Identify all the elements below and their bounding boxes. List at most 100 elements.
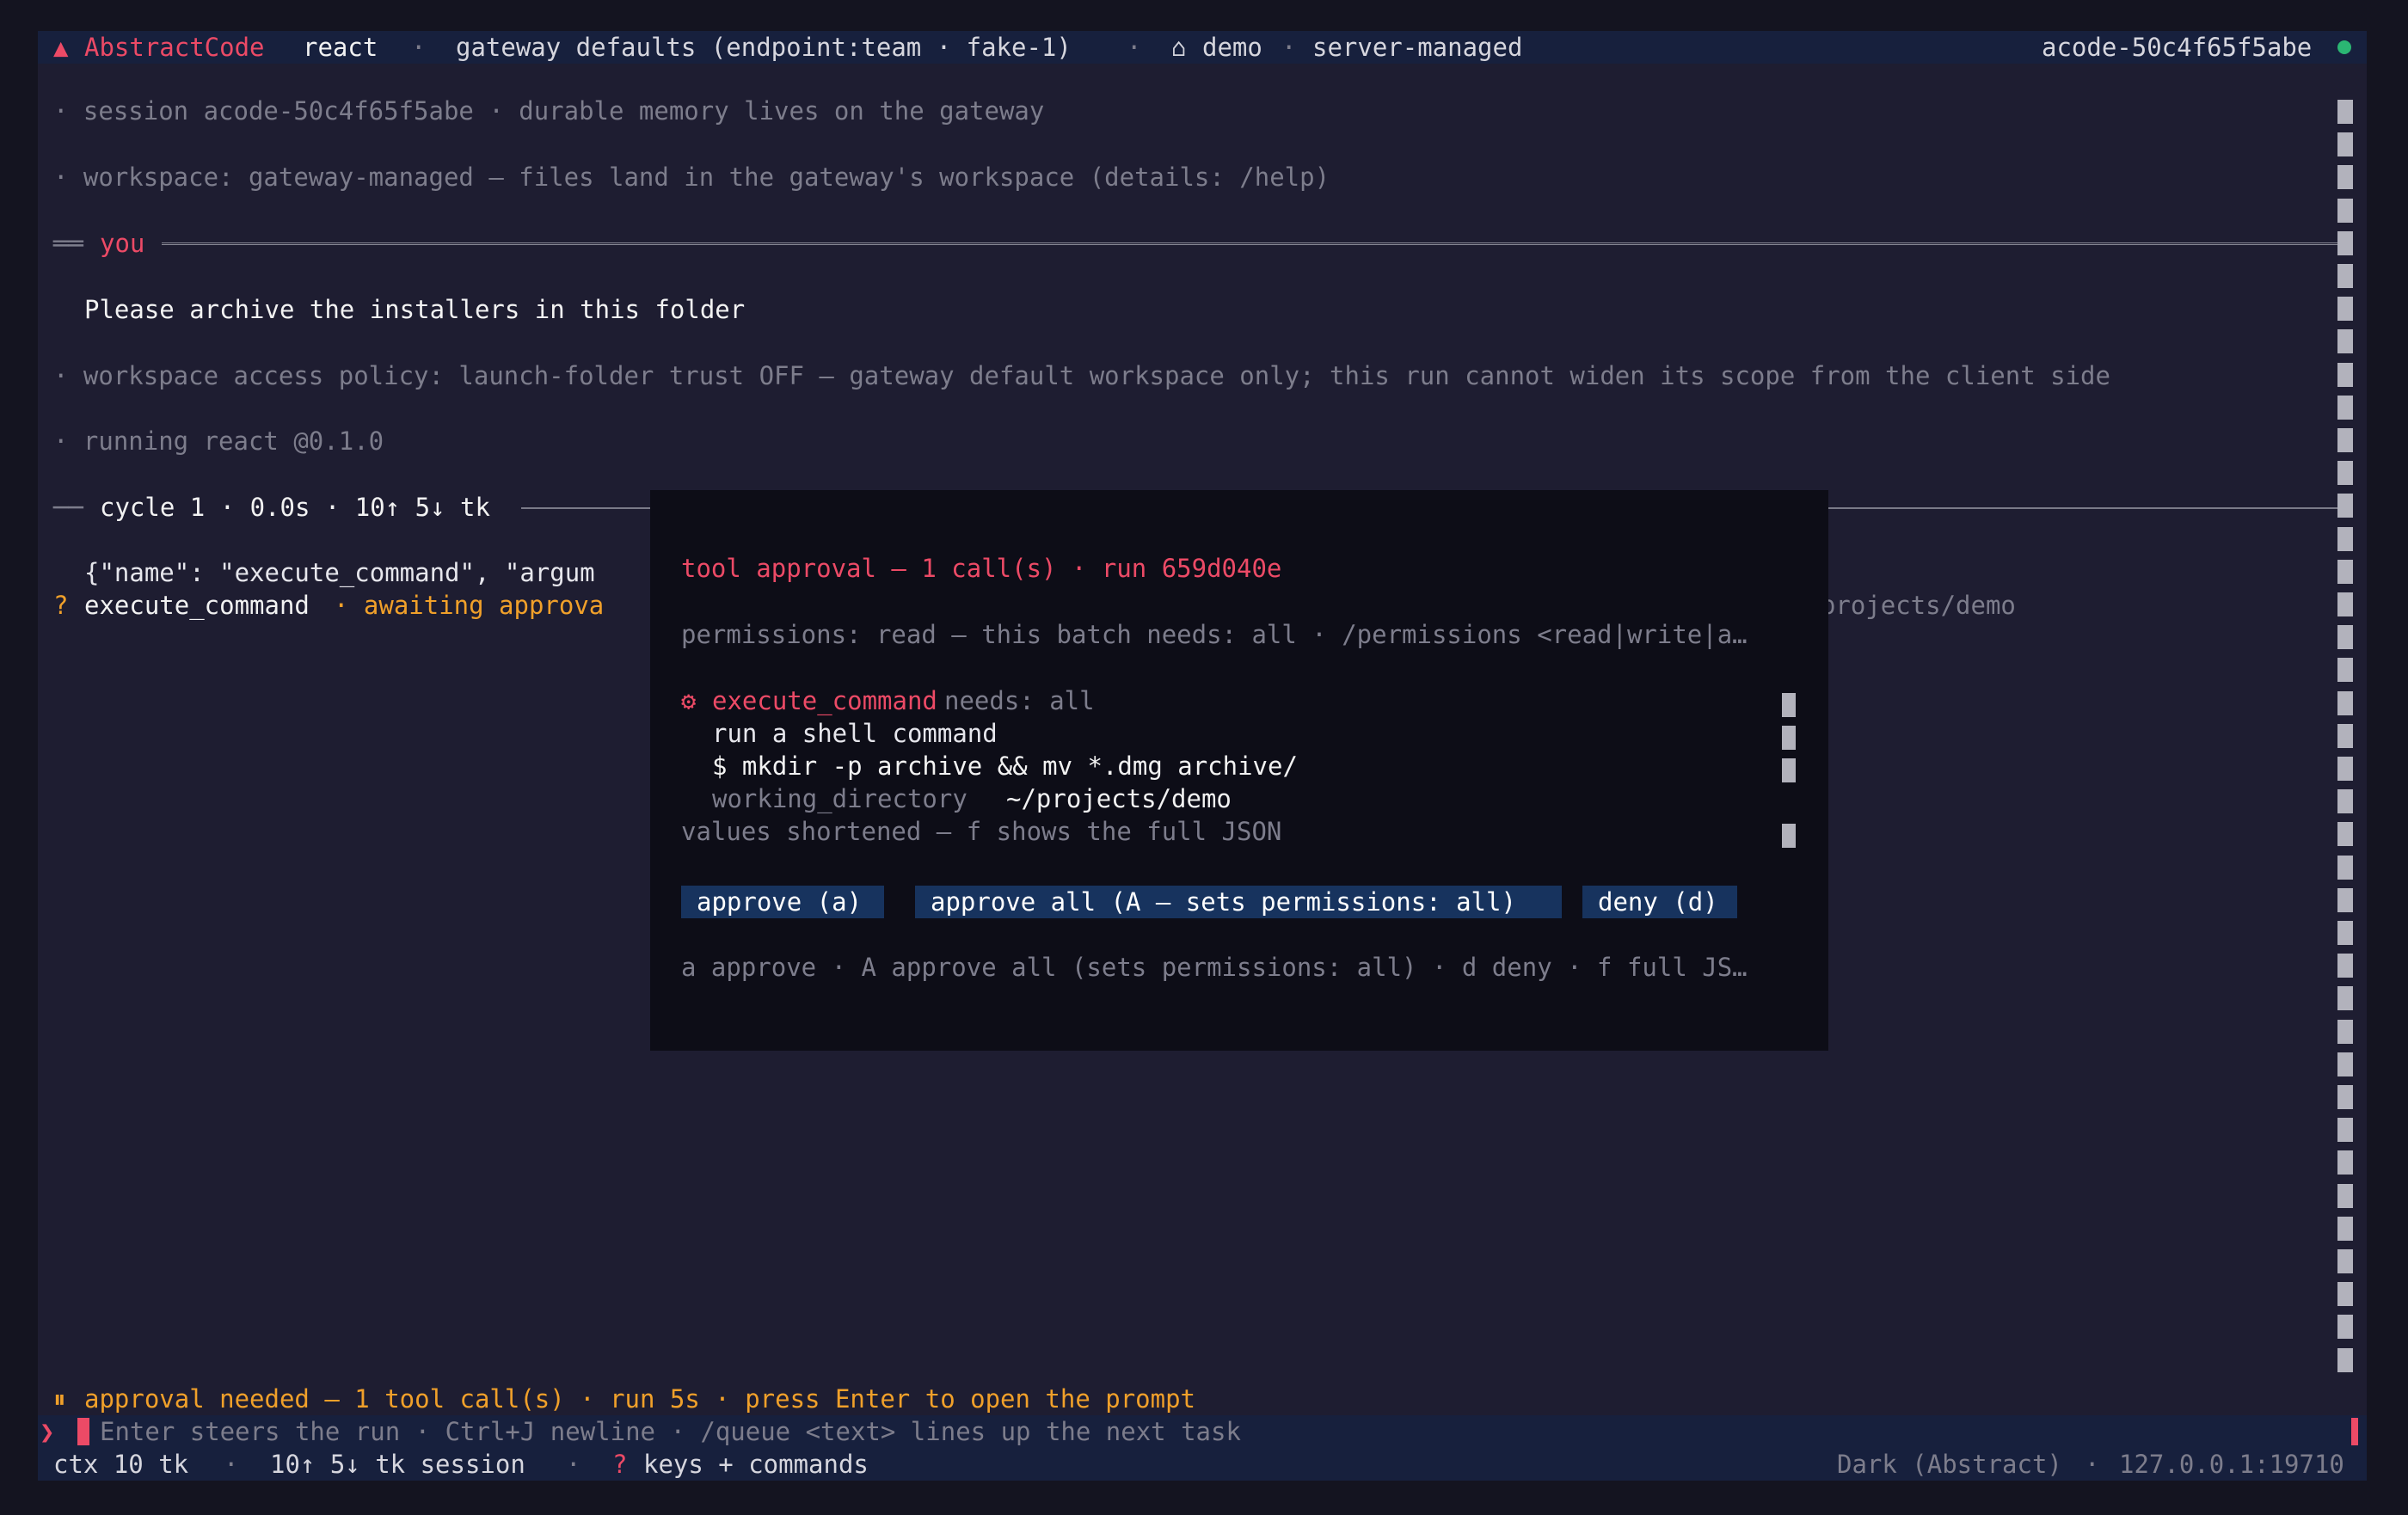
approval-needed-status: approval needed — 1 tool call(s) · run 5… xyxy=(84,1384,1196,1414)
scrollbar-thumb-segment xyxy=(2337,1118,2353,1143)
deny-button[interactable]: deny (d) xyxy=(1582,886,1737,918)
gear-icon: ⚙ xyxy=(681,686,697,715)
cycle-divider xyxy=(1791,507,2337,509)
arg-key: working_directory xyxy=(712,784,968,813)
scrollbar-thumb-segment xyxy=(2337,329,2353,354)
scrollbar-thumb-segment xyxy=(2337,855,2353,880)
user-message: Please archive the installers in this fo… xyxy=(84,295,746,324)
scrollbar-thumb-segment xyxy=(2337,625,2353,650)
workspace-mode: server-managed xyxy=(1312,33,1523,62)
scrollbar-thumb-segment xyxy=(2337,921,2353,945)
input-placeholder: Enter steers the run · Ctrl+J newline · … xyxy=(100,1417,1241,1446)
scrollbar-thumb-segment xyxy=(2337,887,2353,912)
running-info: · running react @0.1.0 xyxy=(53,426,384,456)
gateway-label: gateway defaults (endpoint:team · fake-1… xyxy=(456,33,1072,62)
approve-button[interactable]: approve (a) xyxy=(681,886,884,918)
scrollbar-thumb-segment xyxy=(2337,132,2353,157)
scrollbar-thumb-segment xyxy=(2337,264,2353,288)
scrollbar-thumb-segment xyxy=(2337,789,2353,814)
header-separator: · xyxy=(1127,33,1142,62)
scrollbar-thumb-segment xyxy=(2337,1216,2353,1241)
session-id: acode-50c4f65f5abe xyxy=(2042,33,2313,62)
policy-info: · workspace access policy: launch-folder… xyxy=(53,361,2110,390)
input-edge-marker xyxy=(2351,1418,2358,1445)
arg-value: ~/projects/demo xyxy=(1006,784,1232,813)
cycle-label: cycle 1 · 0.0s · 10↑ 5↓ tk xyxy=(100,493,490,522)
gateway-address: 127.0.0.1:19710 xyxy=(2119,1450,2344,1479)
scrollbar-thumb-segment xyxy=(2337,559,2353,584)
scrollbar-thumb-segment xyxy=(2337,757,2353,781)
scrollbar-thumb-segment xyxy=(1782,726,1796,750)
pending-status: · awaiting approva xyxy=(334,591,605,620)
scrollbar-thumb-segment xyxy=(2337,198,2353,223)
logo-icon: ▲ xyxy=(53,33,69,62)
footer-separator: · xyxy=(2085,1450,2100,1479)
scrollbar-thumb-segment xyxy=(1782,824,1796,848)
approve-all-button[interactable]: approve all (A — sets permissions: all) xyxy=(915,886,1562,918)
scrollbar-thumb-segment xyxy=(2337,230,2353,255)
scrollbar-thumb-segment xyxy=(2337,494,2353,518)
pause-icon: ⏸ xyxy=(53,1384,66,1414)
app-title: AbstractCode xyxy=(84,33,265,62)
scrollbar-thumb-segment xyxy=(2337,954,2353,978)
scrollbar-thumb-segment xyxy=(2337,1282,2353,1307)
scrollbar-thumb-segment xyxy=(1782,758,1796,782)
tool-approval-dialog: tool approval — 1 call(s) · run 659d040e… xyxy=(650,490,1828,1051)
header-separator: · xyxy=(411,33,427,62)
tool-name: execute_command xyxy=(712,686,937,715)
scrollbar-thumb-segment xyxy=(2337,1085,2353,1109)
tool-description: run a shell command xyxy=(712,719,998,748)
header-separator: · xyxy=(1281,33,1297,62)
footer-separator: · xyxy=(566,1450,581,1479)
connection-status-icon xyxy=(2337,40,2351,54)
scrollbar-thumb-segment xyxy=(2337,395,2353,420)
scrollbar-thumb-segment xyxy=(2337,461,2353,486)
scrollbar-thumb-segment xyxy=(2337,1052,2353,1076)
pending-tool-name: execute_command xyxy=(84,591,310,620)
scrollbar-thumb-segment xyxy=(2337,1347,2353,1372)
tool-call-json: {"name": "execute_command", "argum xyxy=(84,558,595,587)
transcript-scrollbar[interactable] xyxy=(2337,100,2353,1381)
theme-name: Dark (Abstract) xyxy=(1837,1450,2062,1479)
shortened-note: values shortened — f shows the full JSON xyxy=(681,817,1282,846)
tool-command: $ mkdir -p archive && mv *.dmg archive/ xyxy=(712,751,1298,781)
scrollbar-thumb-segment xyxy=(2337,428,2353,452)
you-divider xyxy=(162,242,2337,245)
scrollbar-thumb-segment xyxy=(2337,822,2353,847)
scrollbar-thumb-segment xyxy=(2337,592,2353,616)
workspace-name: demo xyxy=(1202,33,1262,62)
agent-name[interactable]: react xyxy=(303,31,378,64)
top-bar: ▲ AbstractCode react · gateway defaults … xyxy=(38,31,2367,64)
session-info: · session acode-50c4f65f5abe · durable m… xyxy=(53,96,1045,126)
scrollbar-thumb-segment xyxy=(2337,1315,2353,1340)
footer-bar: ctx 10 tk · 10↑ 5↓ tk session · ? keys +… xyxy=(38,1448,2367,1481)
terminal-window: ▲ AbstractCode react · gateway defaults … xyxy=(38,31,2367,1481)
text-cursor xyxy=(77,1418,89,1445)
dialog-scrollbar[interactable] xyxy=(1782,693,1796,856)
scrollbar-thumb-segment xyxy=(2337,658,2353,683)
scrollbar-thumb-segment xyxy=(2337,723,2353,748)
you-label: you xyxy=(100,229,145,258)
tool-needs: needs: all xyxy=(944,686,1095,715)
scrollbar-thumb-segment xyxy=(2337,1183,2353,1208)
footer-separator: · xyxy=(224,1450,239,1479)
scrollbar-thumb-segment xyxy=(2337,986,2353,1011)
session-tokens: 10↑ 5↓ tk session xyxy=(270,1450,525,1479)
scrollbar-thumb-segment xyxy=(2337,1249,2353,1273)
scrollbar-thumb-segment xyxy=(2337,297,2353,322)
help-icon[interactable]: ? xyxy=(612,1448,627,1481)
pending-mark: ? xyxy=(53,591,69,620)
scrollbar-thumb-segment xyxy=(2337,1019,2353,1044)
dialog-title: tool approval — 1 call(s) · run 659d040e xyxy=(681,554,1282,583)
scrollbar-thumb-segment xyxy=(2337,165,2353,190)
prompt-input[interactable]: ❯ Enter steers the run · Ctrl+J newline … xyxy=(38,1415,2367,1448)
scrollbar-thumb-segment xyxy=(2337,690,2353,715)
prompt-icon: ❯ xyxy=(40,1417,55,1446)
scrollbar-thumb-segment xyxy=(2337,362,2353,387)
scrollbar-thumb-segment xyxy=(2337,1150,2353,1175)
scrollbar-thumb-segment xyxy=(2337,526,2353,551)
keys-commands-link[interactable]: keys + commands xyxy=(643,1448,869,1481)
scrollbar-thumb-segment xyxy=(1782,693,1796,717)
home-icon: ⌂ xyxy=(1171,33,1187,62)
scrollbar-thumb-segment xyxy=(2337,100,2353,124)
